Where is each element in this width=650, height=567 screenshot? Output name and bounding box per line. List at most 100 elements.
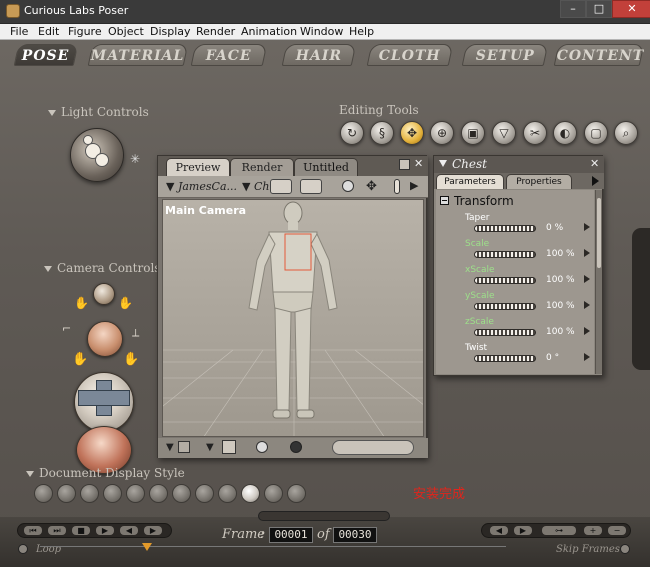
camera-view-icon[interactable]: [270, 179, 292, 194]
current-frame-field[interactable]: 00001: [269, 527, 313, 543]
prev-frame-icon[interactable]: ◀: [120, 526, 138, 535]
skip-frames-toggle[interactable]: [620, 544, 630, 554]
move-icon[interactable]: ✥: [366, 179, 377, 194]
ground-icon[interactable]: [290, 441, 302, 453]
maximize-preview-icon[interactable]: [399, 159, 410, 170]
camera-pan-icon[interactable]: ⟂: [132, 326, 139, 340]
right-hand-camera-icon[interactable]: ✋: [118, 296, 133, 310]
prev-keyframe-icon[interactable]: ◀: [490, 526, 508, 535]
rotate-icon[interactable]: ↻: [340, 121, 364, 145]
light-controls-sphere[interactable]: [70, 128, 124, 182]
menu-edit[interactable]: Edit: [38, 25, 59, 38]
maximize-button[interactable]: □: [586, 0, 612, 18]
figure-right-foot[interactable]: [296, 409, 315, 419]
tab-preview[interactable]: Preview: [166, 158, 230, 176]
delete-keyframe-icon[interactable]: −: [608, 526, 626, 535]
figure-select[interactable]: ▼ Ch: [242, 180, 269, 193]
twist-dial[interactable]: [474, 355, 536, 362]
zscale-dial[interactable]: [474, 329, 536, 336]
room-tab-pose[interactable]: POSE: [13, 44, 79, 66]
light-handle-3[interactable]: [95, 153, 109, 167]
close-parameters-icon[interactable]: ✕: [590, 157, 599, 170]
scale-dial[interactable]: [474, 251, 536, 258]
menu-object[interactable]: Object: [108, 25, 144, 38]
play-icon[interactable]: ▶: [96, 526, 114, 535]
parameters-scroll-thumb[interactable]: [597, 198, 601, 268]
room-tab-content[interactable]: CONTENT: [553, 44, 645, 66]
scale-menu-arrow-icon[interactable]: [584, 249, 590, 257]
close-preview-icon[interactable]: ✕: [414, 157, 423, 170]
background-color-arrow-icon[interactable]: ▼: [166, 442, 174, 453]
preview-zoom-slider[interactable]: [332, 440, 414, 455]
taper-dial[interactable]: [474, 225, 536, 232]
right-hand-icon[interactable]: ✋: [123, 352, 139, 367]
menu-display[interactable]: Display: [150, 25, 191, 38]
camera-move-xz-icon[interactable]: [78, 390, 130, 406]
left-hand-camera-icon[interactable]: ✋: [74, 296, 89, 310]
next-keyframe-icon[interactable]: ▶: [514, 526, 532, 535]
animation-palette-handle[interactable]: [258, 511, 390, 521]
figure-view-icon[interactable]: [300, 179, 322, 194]
camera-select[interactable]: ▼ JamesCa...: [166, 180, 237, 193]
display-silhouette-icon[interactable]: [34, 484, 53, 503]
color-icon[interactable]: ◐: [553, 121, 577, 145]
taper-icon[interactable]: ▽: [492, 121, 516, 145]
parameters-collapse-icon[interactable]: [439, 160, 447, 167]
menu-animation[interactable]: Animation: [241, 25, 297, 38]
scene-viewport[interactable]: Main Camera: [162, 199, 424, 437]
light-sun-icon[interactable]: ✳: [130, 152, 140, 166]
twist-menu-arrow-icon[interactable]: [584, 353, 590, 361]
timeline-playhead[interactable]: [142, 543, 152, 551]
sphere-icon[interactable]: [342, 180, 354, 192]
shadow-icon[interactable]: [256, 441, 268, 453]
translate-in-out-icon[interactable]: ⊕: [430, 121, 454, 145]
first-frame-icon[interactable]: ⏮: [24, 526, 42, 535]
display-hidden-line-icon[interactable]: [103, 484, 122, 503]
magnify-icon[interactable]: ⌕: [614, 121, 638, 145]
cube-icon[interactable]: [222, 440, 236, 454]
chain-break-icon[interactable]: ✂: [523, 121, 547, 145]
room-tab-material[interactable]: MATERIAL: [87, 44, 189, 66]
zscale-menu-arrow-icon[interactable]: [584, 327, 590, 335]
foreground-color-arrow-icon[interactable]: ▼: [206, 442, 214, 453]
tab-properties[interactable]: Properties: [506, 174, 572, 189]
timeline-slider[interactable]: [40, 543, 506, 552]
xscale-menu-arrow-icon[interactable]: [584, 275, 590, 283]
display-smooth-shaded-icon[interactable]: [241, 484, 260, 503]
menu-render[interactable]: Render: [196, 25, 235, 38]
last-frame-icon[interactable]: ⏭: [48, 526, 66, 535]
parameters-scrollbar[interactable]: [595, 190, 602, 374]
loop-toggle[interactable]: [18, 544, 28, 554]
next-frame-icon[interactable]: ▶: [144, 526, 162, 535]
room-tab-cloth[interactable]: CLOTH: [366, 44, 454, 66]
xscale-dial[interactable]: [474, 277, 536, 284]
total-frames-field[interactable]: 00030: [333, 527, 377, 543]
figure-right-arm[interactable]: [310, 232, 338, 311]
close-button[interactable]: ✕: [612, 0, 650, 18]
figure-left-foot[interactable]: [272, 409, 291, 419]
face-camera-icon[interactable]: [87, 321, 123, 357]
figure-head[interactable]: [283, 201, 303, 225]
figure-model[interactable]: [248, 201, 338, 419]
display-flat-lined-icon[interactable]: [172, 484, 191, 503]
taper-menu-arrow-icon[interactable]: [584, 223, 590, 231]
menu-window[interactable]: Window: [300, 25, 343, 38]
yscale-menu-arrow-icon[interactable]: [584, 301, 590, 309]
display-cartoon-icon[interactable]: [195, 484, 214, 503]
display-outline-icon[interactable]: [57, 484, 76, 503]
room-tab-face[interactable]: FACE: [190, 44, 268, 66]
tab-untitled[interactable]: Untitled: [294, 158, 358, 176]
display-wireframe-icon[interactable]: [80, 484, 99, 503]
parameters-menu-arrow-icon[interactable]: [592, 176, 599, 186]
display-lit-wireframe-icon[interactable]: [126, 484, 145, 503]
grouping-icon[interactable]: ▢: [584, 121, 608, 145]
figure-left-leg[interactable]: [274, 307, 292, 411]
camera-head-icon[interactable]: [93, 283, 115, 305]
tab-parameters[interactable]: Parameters: [436, 174, 504, 189]
left-hand-icon[interactable]: ✋: [72, 352, 88, 367]
scale-icon[interactable]: ▣: [461, 121, 485, 145]
twist-icon[interactable]: §: [370, 121, 394, 145]
add-keyframe-icon[interactable]: +: [584, 526, 602, 535]
right-side-handle[interactable]: [632, 228, 650, 370]
depth-cue-icon[interactable]: [394, 179, 400, 194]
